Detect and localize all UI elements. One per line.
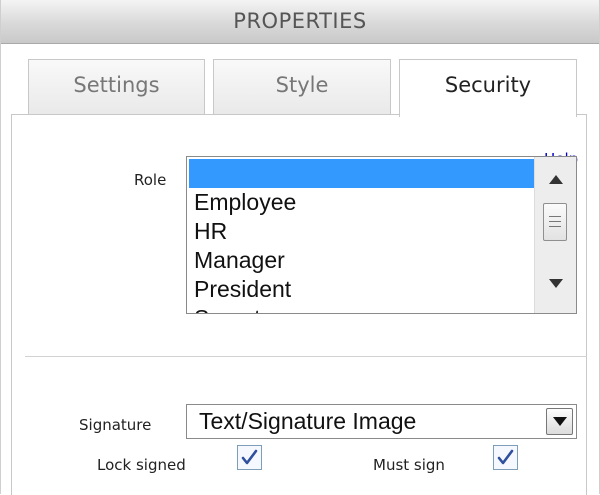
signature-label: Signature [79, 416, 152, 434]
signature-select[interactable]: Text/Signature Image [186, 404, 577, 439]
tab-security[interactable]: Security [399, 59, 577, 117]
thumb-grip-line [549, 226, 561, 227]
thumb-grip-line [549, 216, 561, 217]
role-list-items: Employee HR Manager President Secretary [187, 157, 534, 313]
role-option-president[interactable]: President [187, 275, 534, 304]
must-sign-label: Must sign [373, 456, 445, 474]
role-option-hr[interactable]: HR [187, 217, 534, 246]
lock-signed-checkbox[interactable] [237, 445, 262, 470]
role-option-employee[interactable]: Employee [187, 188, 534, 217]
checkmark-icon [241, 449, 258, 465]
signature-select-value: Text/Signature Image [199, 408, 417, 434]
checkmark-icon [497, 449, 514, 465]
window-title: PROPERTIES [233, 9, 367, 33]
lock-signed-label: Lock signed [97, 456, 186, 474]
role-label: Role [134, 171, 167, 189]
section-divider [25, 356, 587, 357]
title-bar: PROPERTIES [1, 0, 599, 44]
thumb-grip-line [549, 221, 561, 222]
scroll-thumb[interactable] [543, 203, 567, 241]
tab-style[interactable]: Style [213, 59, 391, 115]
role-option-secretary[interactable]: Secretary [187, 304, 534, 313]
chevron-down-icon[interactable] [546, 408, 573, 435]
role-scrollbar[interactable] [534, 157, 576, 313]
role-option-manager[interactable]: Manager [187, 246, 534, 275]
role-option-blank[interactable] [189, 159, 534, 188]
scroll-up-arrow-icon[interactable] [535, 165, 576, 195]
must-sign-checkbox[interactable] [493, 445, 518, 470]
scroll-down-arrow-icon[interactable] [535, 269, 576, 299]
properties-window: PROPERTIES Settings Style Security Help … [0, 0, 600, 495]
tab-settings[interactable]: Settings [28, 59, 205, 115]
role-listbox[interactable]: Employee HR Manager President Secretary [186, 156, 577, 314]
